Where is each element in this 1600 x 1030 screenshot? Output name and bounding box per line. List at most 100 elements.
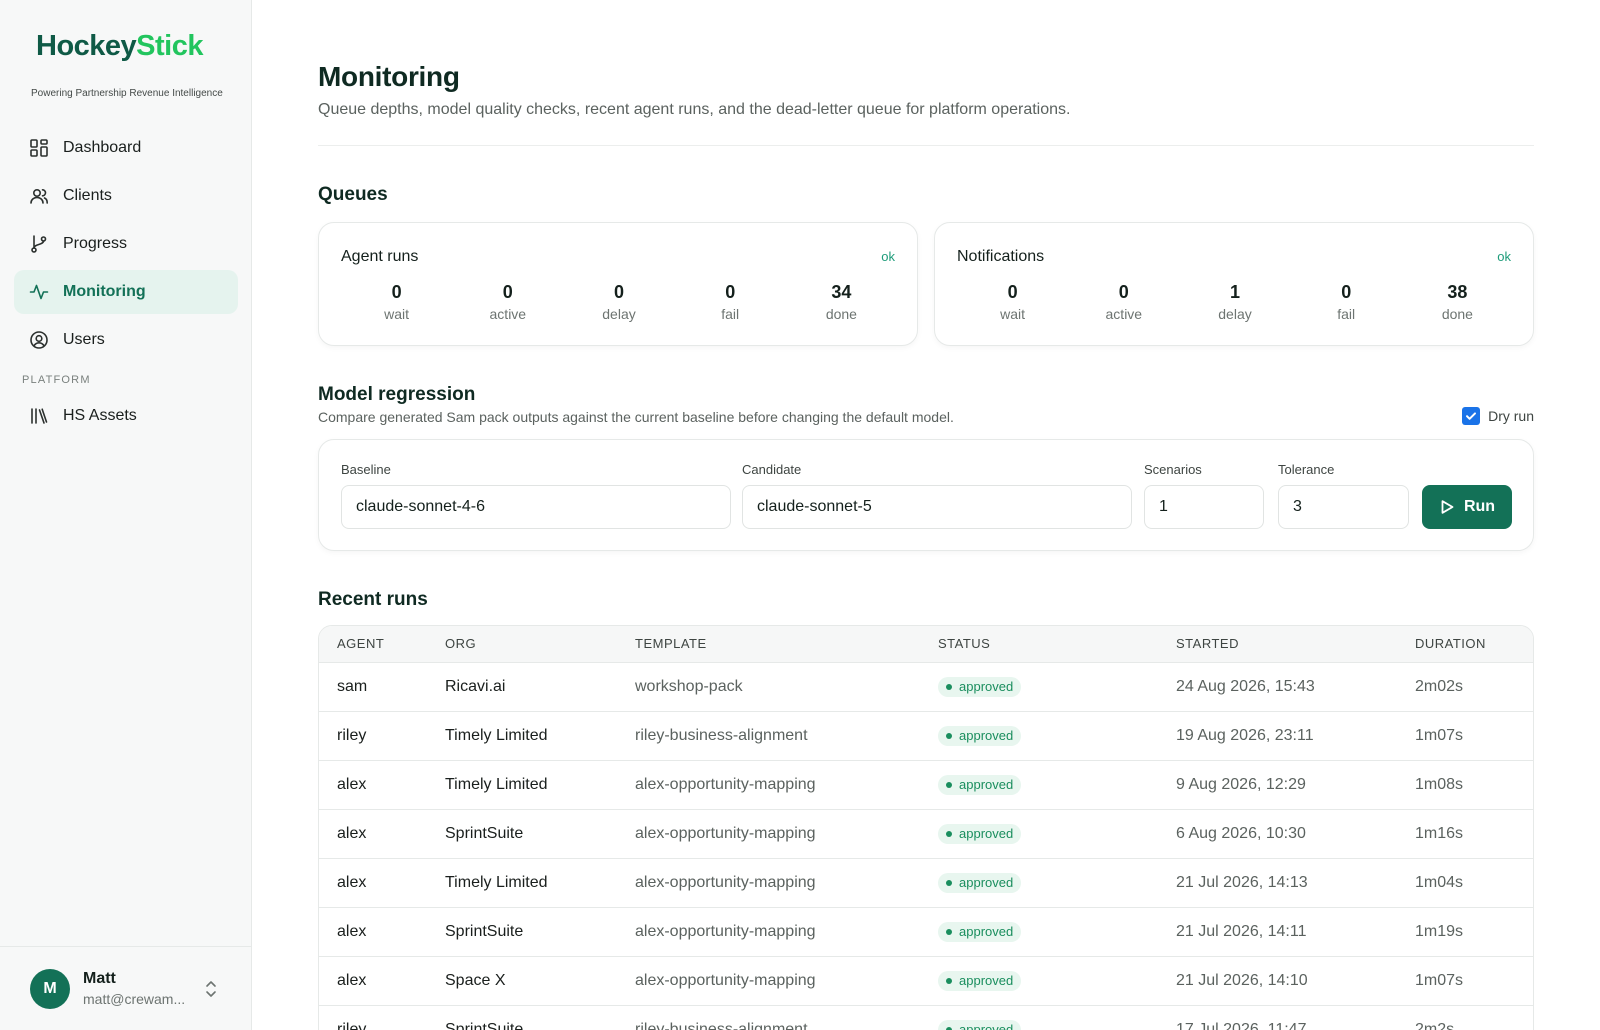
table-row[interactable]: riley Timely Limited riley-business-alig… [319, 711, 1533, 760]
cell-started: 19 Aug 2026, 23:11 [1176, 726, 1314, 744]
cell-template: alex-opportunity-mapping [635, 775, 816, 793]
cell-duration: 1m16s [1415, 824, 1464, 842]
scenarios-label: Scenarios [1144, 462, 1202, 477]
dry-run-toggle[interactable]: Dry run [1462, 407, 1534, 425]
scenarios-input[interactable]: 1 [1144, 485, 1264, 529]
column-header-duration[interactable]: DURATION [1397, 626, 1533, 662]
sidebar-item-label: Dashboard [63, 139, 142, 156]
column-header-org[interactable]: ORG [427, 626, 617, 662]
stat-active: 0 active [1105, 282, 1143, 322]
cell-started: 24 Aug 2026, 15:43 [1176, 677, 1315, 695]
cell-template: riley-business-alignment [635, 726, 808, 744]
cell-duration: 1m08s [1415, 775, 1464, 793]
cell-status: approved [920, 956, 1158, 1005]
table-row[interactable]: sam Ricavi.ai workshop-pack approved 24 … [319, 662, 1533, 711]
candidate-label: Candidate [742, 462, 802, 477]
dry-run-label: Dry run [1488, 408, 1534, 424]
stat-delay: 1 delay [1218, 282, 1252, 322]
tolerance-input[interactable]: 3 [1278, 485, 1409, 529]
cell-status: approved [920, 711, 1158, 760]
cell-started: 21 Jul 2026, 14:13 [1176, 873, 1308, 891]
cell-duration: 2m02s [1415, 677, 1464, 695]
dry-run-checkbox[interactable] [1462, 407, 1481, 425]
user-circle-icon [30, 331, 48, 349]
cell-org: SprintSuite [445, 922, 524, 940]
queue-stats: 0 wait 0 active 0 delay 0 fail 34 done [341, 282, 897, 322]
queue-stats: 0 wait 0 active 1 delay 0 fail 38 done [957, 282, 1513, 322]
queues-title: Queues [318, 184, 388, 205]
chevron-up-down-icon[interactable] [204, 978, 218, 1000]
table-row[interactable]: alex SprintSuite alex-opportunity-mappin… [319, 809, 1533, 858]
table-row[interactable]: alex Timely Limited alex-opportunity-map… [319, 858, 1533, 907]
column-header-template[interactable]: TEMPLATE [617, 626, 920, 662]
sidebar-item-label: Monitoring [63, 283, 146, 300]
model-regression-description: Compare generated Sam pack outputs again… [318, 409, 954, 425]
status-badge: approved [938, 823, 1022, 844]
baseline-input[interactable]: claude-sonnet-4-6 [341, 485, 731, 529]
sidebar-item-users[interactable]: Users [14, 318, 238, 362]
cell-org: Ricavi.ai [445, 677, 506, 695]
sidebar-item-clients[interactable]: Clients [14, 174, 238, 218]
cell-agent: alex [337, 971, 367, 989]
table-row[interactable]: alex Space X alex-opportunity-mapping ap… [319, 956, 1533, 1005]
user-name: Matt [83, 970, 116, 987]
cell-status: approved [920, 662, 1158, 711]
cell-template: alex-opportunity-mapping [635, 971, 816, 989]
user-menu[interactable]: M Matt matt@crewam... [0, 946, 251, 1030]
dashboard-icon [30, 139, 48, 157]
user-email: matt@crewam... [83, 991, 186, 1007]
table-row[interactable]: alex Timely Limited alex-opportunity-map… [319, 760, 1533, 809]
sidebar-item-monitoring[interactable]: Monitoring [14, 270, 238, 314]
sidebar-item-label: HS Assets [63, 407, 137, 424]
cell-duration: 2m2s [1415, 1020, 1455, 1030]
cell-agent: alex [337, 775, 367, 793]
queue-name: Agent runs [341, 248, 419, 265]
brand-tagline: Powering Partnership Revenue Intelligenc… [31, 88, 223, 99]
candidate-input[interactable]: claude-sonnet-5 [742, 485, 1132, 529]
model-regression-title: Model regression [318, 384, 476, 405]
cell-org: Timely Limited [445, 726, 548, 744]
stat-done: 34 done [825, 282, 857, 322]
avatar: M [30, 969, 70, 1009]
column-header-agent[interactable]: AGENT [319, 626, 427, 662]
run-button[interactable]: Run [1422, 485, 1512, 529]
queue-card-notifications: Notifications ok 0 wait 0 active 1 delay 0f… [934, 222, 1534, 346]
cell-started: 21 Jul 2026, 14:10 [1176, 971, 1308, 989]
sidebar-item-label: Users [63, 331, 105, 348]
cell-status: approved [920, 809, 1158, 858]
status-badge: approved [938, 921, 1022, 942]
sidebar-item-hs-assets[interactable]: HS Assets [14, 394, 238, 438]
cell-duration: 1m04s [1415, 873, 1464, 891]
cell-org: Timely Limited [445, 873, 548, 891]
check-icon [1466, 412, 1477, 420]
table-row[interactable]: alex SprintSuite alex-opportunity-mappin… [319, 907, 1533, 956]
cell-org: SprintSuite [445, 824, 524, 842]
cell-template: riley-business-alignment [635, 1020, 808, 1030]
stat-active: 0 active [489, 282, 527, 322]
sidebar-item-progress[interactable]: Progress [14, 222, 238, 266]
cell-agent: riley [337, 726, 367, 744]
cell-agent: riley [337, 1020, 367, 1030]
cell-started: 17 Jul 2026, 11:47 [1176, 1020, 1307, 1030]
recent-runs-title: Recent runs [318, 589, 428, 610]
cell-agent: alex [337, 873, 367, 891]
page-subtitle: Queue depths, model quality checks, rece… [318, 101, 1071, 118]
sidebar: HockeyStick Powering Partnership Revenue… [0, 0, 252, 1030]
stat-delay: 0 delay [602, 282, 636, 322]
cell-status: approved [920, 858, 1158, 907]
cell-template: alex-opportunity-mapping [635, 922, 816, 940]
status-badge: approved [938, 1019, 1022, 1030]
cell-agent: sam [337, 677, 368, 695]
table-row[interactable]: riley SprintSuite riley-business-alignme… [319, 1005, 1533, 1030]
status-badge: approved [938, 676, 1022, 697]
cell-org: SprintSuite [445, 1020, 524, 1030]
cell-duration: 1m07s [1415, 971, 1464, 989]
divider [318, 145, 1534, 146]
hockeystick-logo[interactable]: HockeyStick [36, 30, 203, 63]
sidebar-nav: Dashboard Clients Progress Monitoring Us… [14, 126, 238, 442]
cell-status: approved [920, 907, 1158, 956]
sidebar-item-label: Clients [63, 187, 112, 204]
sidebar-item-dashboard[interactable]: Dashboard [14, 126, 238, 170]
column-header-status[interactable]: STATUS [920, 626, 1158, 662]
column-header-started[interactable]: STARTED [1158, 626, 1397, 662]
